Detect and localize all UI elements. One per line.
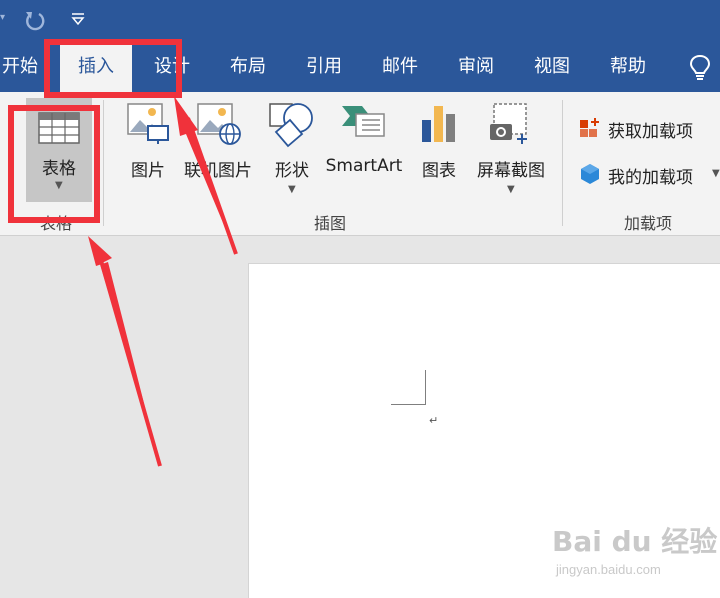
- annotation-arrows: [88, 96, 238, 467]
- watermark-url: jingyan.baidu.com: [556, 562, 661, 577]
- baidu-jingyan-watermark: Bai du 经验 jingyan.baidu.com: [552, 520, 717, 582]
- watermark-brand: Bai du 经验: [552, 525, 718, 558]
